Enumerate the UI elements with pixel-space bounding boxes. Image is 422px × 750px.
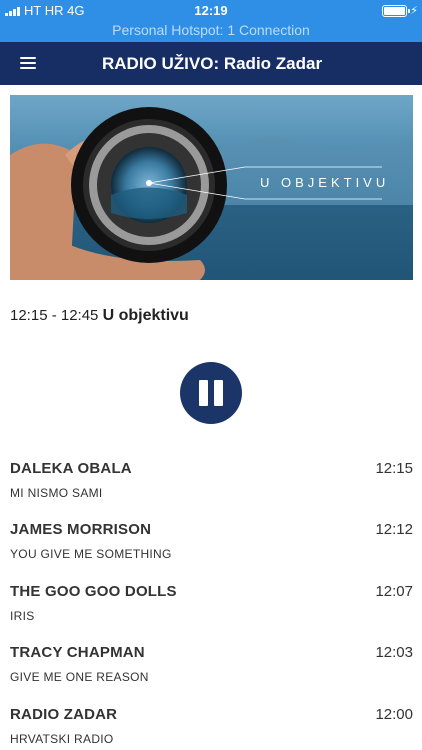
list-item[interactable]: THE GOO GOO DOLLS IRIS 12:07 bbox=[10, 575, 413, 636]
page-title: RADIO UŽIVO: Radio Zadar bbox=[102, 54, 323, 73]
pause-icon bbox=[199, 380, 208, 406]
track-artist: DALEKA OBALA bbox=[10, 460, 132, 477]
track-time: 12:15 bbox=[375, 460, 413, 477]
track-time: 12:00 bbox=[375, 705, 413, 723]
track-list: DALEKA OBALA MI NISMO SAMI 12:15 JAMES M… bbox=[10, 452, 413, 750]
list-item[interactable]: TRACY CHAPMAN GIVE ME ONE REASON 12:03 bbox=[10, 636, 413, 697]
list-item[interactable]: RADIO ZADAR HRVATSKI RADIO 12:00 bbox=[10, 698, 413, 750]
track-title: HRVATSKI RADIO bbox=[10, 731, 114, 746]
status-time: 12:19 bbox=[194, 3, 228, 18]
hotspot-banner[interactable]: Personal Hotspot: 1 Connection bbox=[0, 21, 422, 39]
list-item[interactable]: DALEKA OBALA MI NISMO SAMI 12:15 bbox=[10, 452, 413, 513]
track-time: 12:03 bbox=[375, 644, 413, 662]
menu-button[interactable] bbox=[20, 56, 36, 70]
current-show: 12:15 - 12:45 U objektivu bbox=[10, 306, 189, 326]
track-time: 12:07 bbox=[375, 582, 413, 600]
show-name: U objektivu bbox=[102, 307, 189, 324]
track-title: IRIS bbox=[10, 608, 35, 623]
track-title: YOU GIVE ME SOMETHING bbox=[10, 547, 172, 562]
track-artist: TRACY CHAPMAN bbox=[10, 644, 145, 662]
pause-icon-bar bbox=[214, 380, 223, 406]
battery-icon bbox=[382, 5, 410, 17]
status-bar: HT HR 4G 12:19 ⚡ Personal Hotspot: 1 Con… bbox=[0, 0, 422, 42]
pause-button[interactable] bbox=[180, 362, 242, 424]
track-artist: JAMES MORRISON bbox=[10, 521, 152, 539]
track-title: GIVE ME ONE REASON bbox=[10, 670, 149, 685]
list-item[interactable]: JAMES MORRISON YOU GIVE ME SOMETHING 12:… bbox=[10, 513, 413, 574]
show-banner-image: U OBJEKTIVU bbox=[10, 95, 413, 280]
banner-caption: U OBJEKTIVU bbox=[260, 175, 390, 190]
track-time: 12:12 bbox=[375, 521, 413, 539]
charging-icon: ⚡ bbox=[410, 5, 418, 17]
track-artist: RADIO ZADAR bbox=[10, 705, 118, 723]
app-header: RADIO UŽIVO: Radio Zadar bbox=[0, 42, 422, 85]
track-title: MI NISMO SAMI bbox=[10, 486, 103, 500]
track-artist: THE GOO GOO DOLLS bbox=[10, 582, 177, 600]
show-time-range: 12:15 - 12:45 bbox=[10, 307, 99, 324]
